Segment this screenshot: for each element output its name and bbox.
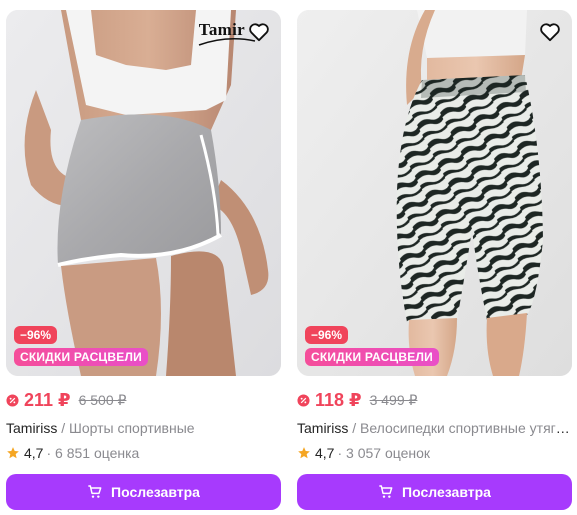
discount-badge: −96%	[305, 326, 349, 344]
current-price: 211 ₽	[24, 389, 71, 410]
rating-row: 4,7 · 6 851 оценка	[6, 444, 281, 462]
product-photo[interactable]: −96% СКИДКИ РАСЦВЕЛИ	[297, 10, 572, 376]
price-row: 118 ₽ 3 499 ₽	[297, 389, 572, 411]
product-name: Велосипедки спортивные утягивающие	[360, 420, 572, 436]
cart-icon	[379, 485, 393, 498]
button-label: Послезавтра	[402, 484, 491, 500]
product-image	[297, 10, 572, 376]
button-label: Послезавтра	[111, 484, 200, 500]
brand-logo: Tamir	[198, 20, 255, 46]
product-image	[6, 10, 281, 376]
old-price: 3 499 ₽	[369, 391, 418, 408]
favorite-button[interactable]	[247, 20, 271, 44]
add-to-cart-button[interactable]: Послезавтра	[297, 474, 572, 510]
sale-percent-icon	[6, 393, 19, 407]
heart-outline-icon	[249, 23, 269, 42]
favorite-button[interactable]	[538, 20, 562, 44]
title-separator: /	[348, 420, 361, 436]
review-count: · 3 057 оценок	[337, 445, 431, 461]
promo-badge: СКИДКИ РАСЦВЕЛИ	[305, 348, 439, 366]
rating-row: 4,7 · 3 057 оценок	[297, 444, 572, 462]
review-count: · 6 851 оценка	[46, 445, 140, 461]
product-name: Шорты спортивные	[69, 420, 195, 436]
star-icon	[7, 447, 19, 459]
current-price: 118 ₽	[315, 389, 362, 410]
sale-percent-icon	[297, 393, 310, 407]
product-photo[interactable]: Tamir −96% СКИДКИ РАСЦВЕЛИ	[6, 10, 281, 376]
cart-icon	[88, 485, 102, 498]
product-brand: Tamiriss	[297, 420, 349, 436]
badges: −96% СКИДКИ РАСЦВЕЛИ	[14, 326, 148, 366]
badges: −96% СКИДКИ РАСЦВЕЛИ	[305, 326, 439, 366]
star-icon	[298, 447, 310, 459]
discount-badge: −96%	[14, 326, 58, 344]
title-separator: /	[57, 420, 70, 436]
product-title[interactable]: Tamiriss / Шорты спортивные	[6, 419, 281, 437]
old-price: 6 500 ₽	[78, 391, 127, 408]
add-to-cart-button[interactable]: Послезавтра	[6, 474, 281, 510]
product-grid: Tamir −96% СКИДКИ РАСЦВЕЛИ 211 ₽ 6 500 ₽…	[0, 0, 577, 515]
promo-badge: СКИДКИ РАСЦВЕЛИ	[14, 348, 148, 366]
product-card[interactable]: Tamir −96% СКИДКИ РАСЦВЕЛИ 211 ₽ 6 500 ₽…	[6, 10, 281, 510]
rating-value: 4,7	[315, 445, 335, 461]
rating-value: 4,7	[24, 445, 44, 461]
product-title[interactable]: Tamiriss / Велосипедки спортивные утягив…	[297, 419, 572, 437]
product-card[interactable]: −96% СКИДКИ РАСЦВЕЛИ 118 ₽ 3 499 ₽ Tamir…	[297, 10, 572, 510]
product-brand: Tamiriss	[6, 420, 58, 436]
price-row: 211 ₽ 6 500 ₽	[6, 389, 281, 411]
heart-outline-icon	[540, 23, 560, 42]
